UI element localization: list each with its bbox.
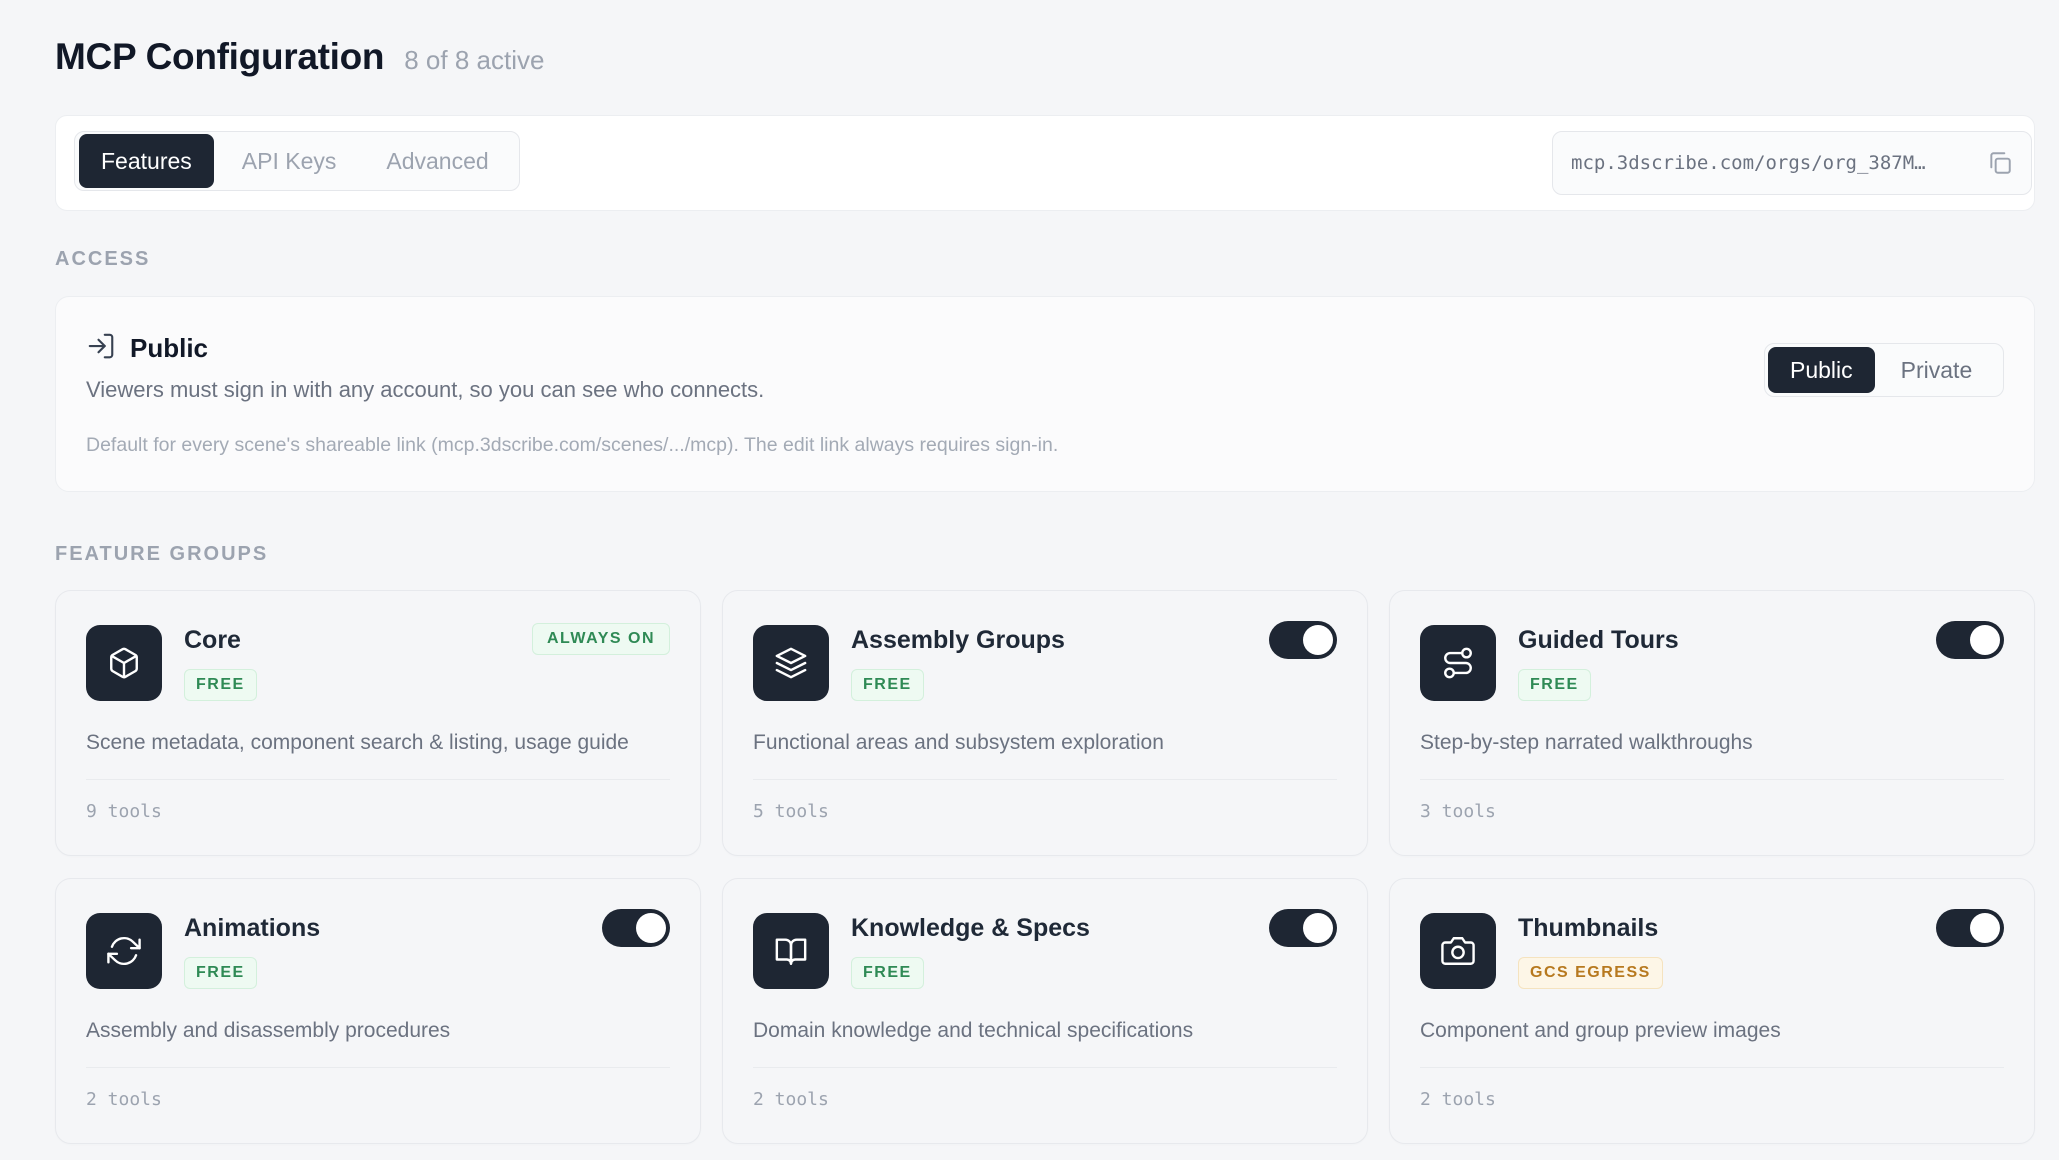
pricing-badge: GCS EGRESS: [1518, 957, 1663, 989]
pricing-badge: FREE: [184, 669, 257, 701]
feature-card-assembly-groups: Assembly Groups FREE Functional areas an…: [722, 590, 1368, 856]
access-title-row: Public: [86, 331, 208, 366]
feature-description: Assembly and disassembly procedures: [86, 1019, 451, 1042]
tool-count: 9 tools: [86, 801, 162, 822]
feature-toggle[interactable]: [1269, 909, 1337, 947]
cube-icon: [86, 625, 162, 701]
toggle-knob: [1970, 913, 2000, 943]
pricing-badge: FREE: [184, 957, 257, 989]
feature-card-animations: Animations FREE Assembly and disassembly…: [55, 878, 701, 1144]
endpoint-url: mcp.3dscribe.com/orgs/org_387M…: [1571, 152, 1926, 174]
toggle-knob: [1303, 625, 1333, 655]
divider: [86, 1067, 670, 1068]
tab-features[interactable]: Features: [79, 134, 214, 188]
feature-groups-section-label: FEATURE GROUPS: [55, 543, 269, 565]
camera-icon: [1420, 913, 1496, 989]
feature-name: Thumbnails: [1518, 914, 1659, 942]
always-on-badge: ALWAYS ON: [531, 623, 670, 655]
feature-description: Functional areas and subsystem explorati…: [753, 731, 1164, 754]
feature-toggle[interactable]: [1936, 621, 2004, 659]
feature-toggle[interactable]: [1936, 909, 2004, 947]
divider: [1420, 1067, 2004, 1068]
page-title: MCP Configuration: [55, 36, 385, 77]
divider: [86, 779, 670, 780]
tab-advanced[interactable]: Advanced: [364, 134, 510, 188]
feature-card-core: Core FREE ALWAYS ON Scene metadata, comp…: [55, 590, 701, 856]
tab-api-keys[interactable]: API Keys: [220, 134, 359, 188]
divider: [753, 779, 1337, 780]
sign-in-icon: [86, 331, 116, 366]
access-description: Viewers must sign in with any account, s…: [86, 377, 765, 402]
toggle-knob: [636, 913, 666, 943]
active-count: 8 of 8 active: [404, 45, 545, 75]
tab-bar: Features API Keys Advanced mcp.3dscribe.…: [55, 115, 2035, 211]
pricing-badge: FREE: [851, 957, 924, 989]
feature-name: Core: [184, 626, 241, 654]
copy-icon[interactable]: [1987, 150, 2013, 176]
tool-count: 5 tools: [753, 801, 829, 822]
feature-toggle[interactable]: [602, 909, 670, 947]
feature-name: Assembly Groups: [851, 626, 1065, 654]
divider: [1420, 779, 2004, 780]
access-note: Default for every scene's shareable link…: [86, 434, 1059, 456]
pricing-badge: FREE: [1518, 669, 1591, 701]
pricing-badge: FREE: [851, 669, 924, 701]
endpoint-url-field[interactable]: mcp.3dscribe.com/orgs/org_387M…: [1552, 131, 2032, 195]
feature-name: Guided Tours: [1518, 626, 1679, 654]
access-section-label: ACCESS: [55, 248, 151, 270]
divider: [753, 1067, 1337, 1068]
toggle-knob: [1303, 913, 1333, 943]
route-icon: [1420, 625, 1496, 701]
tab-list: Features API Keys Advanced: [74, 131, 520, 191]
refresh-icon: [86, 913, 162, 989]
feature-description: Step-by-step narrated walkthroughs: [1420, 731, 1753, 754]
feature-description: Component and group preview images: [1420, 1019, 1781, 1042]
access-mode-title: Public: [130, 333, 209, 363]
book-icon: [753, 913, 829, 989]
feature-description: Scene metadata, component search & listi…: [86, 731, 629, 754]
access-card: Public Viewers must sign in with any acc…: [55, 296, 2035, 492]
feature-toggle[interactable]: [1269, 621, 1337, 659]
public-option[interactable]: Public: [1768, 347, 1875, 393]
feature-description: Domain knowledge and technical specifica…: [753, 1019, 1194, 1042]
private-option[interactable]: Private: [1879, 347, 1995, 393]
layers-icon: [753, 625, 829, 701]
feature-card-guided-tours: Guided Tours FREE Step-by-step narrated …: [1389, 590, 2035, 856]
feature-card-knowledge-specs: Knowledge & Specs FREE Domain knowledge …: [722, 878, 1368, 1144]
tool-count: 2 tools: [86, 1089, 162, 1110]
tool-count: 2 tools: [1420, 1089, 1496, 1110]
feature-name: Knowledge & Specs: [851, 914, 1090, 942]
feature-card-thumbnails: Thumbnails GCS EGRESS Component and grou…: [1389, 878, 2035, 1144]
tool-count: 2 tools: [753, 1089, 829, 1110]
access-mode-selector: Public Private: [1764, 343, 2004, 397]
feature-name: Animations: [184, 914, 321, 942]
page-header: MCP Configuration 8 of 8 active: [55, 36, 544, 78]
toggle-knob: [1970, 625, 2000, 655]
tool-count: 3 tools: [1420, 801, 1496, 822]
